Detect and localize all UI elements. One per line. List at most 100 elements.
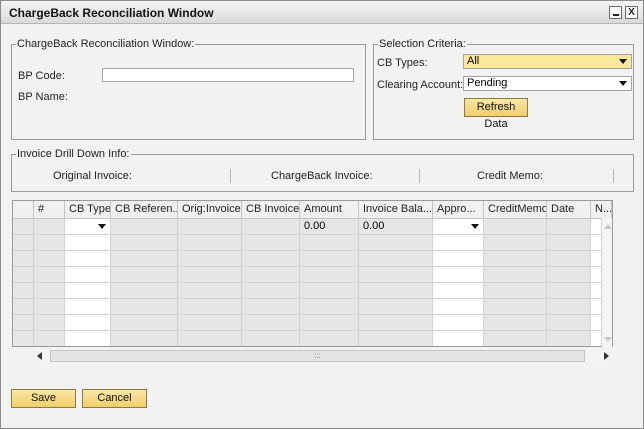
grid-vertical-scrollbar[interactable]	[601, 218, 612, 348]
grid-column-header[interactable]: Invoice Bala...	[359, 201, 433, 219]
grid-cell[interactable]	[111, 283, 178, 299]
close-button[interactable]: X	[625, 6, 638, 19]
grid-column-header[interactable]: CB Type	[65, 201, 111, 219]
grid-column-header[interactable]: Date	[547, 201, 591, 219]
grid-cell[interactable]	[300, 251, 359, 267]
grid-cell[interactable]	[65, 267, 111, 283]
grid-cell[interactable]	[65, 331, 111, 346]
grid-cell[interactable]	[34, 267, 65, 283]
grid-cell[interactable]	[547, 219, 591, 235]
grid-cell[interactable]	[34, 283, 65, 299]
grid-cell[interactable]	[484, 331, 547, 346]
refresh-data-button[interactable]: Refresh Data	[464, 98, 528, 130]
grid-cell[interactable]	[433, 315, 484, 331]
grid-cell[interactable]	[547, 267, 591, 283]
grid-cell[interactable]	[433, 267, 484, 283]
grid-cell[interactable]: 0.00	[359, 219, 433, 235]
scroll-down-icon[interactable]	[604, 337, 612, 342]
grid-cell[interactable]	[547, 251, 591, 267]
grid-cell[interactable]	[359, 267, 433, 283]
grid-column-header[interactable]: Orig:Invoice	[178, 201, 242, 219]
grid-cell[interactable]	[433, 219, 484, 235]
scroll-right-icon[interactable]	[604, 352, 609, 360]
cancel-button[interactable]: Cancel	[82, 389, 147, 408]
grid-cell[interactable]	[178, 267, 242, 283]
grid-cell[interactable]	[484, 283, 547, 299]
scroll-up-icon[interactable]	[604, 224, 612, 229]
grid-cell[interactable]	[242, 267, 300, 283]
grid-cell[interactable]	[65, 251, 111, 267]
grid-cell[interactable]	[34, 251, 65, 267]
grid-column-header[interactable]: CB Invoice	[242, 201, 300, 219]
save-button[interactable]: Save	[11, 389, 76, 408]
grid-cell[interactable]	[359, 299, 433, 315]
grid-cell[interactable]	[178, 219, 242, 235]
grid-cell[interactable]	[111, 299, 178, 315]
grid-cell[interactable]	[547, 331, 591, 346]
grid-cell[interactable]	[242, 331, 300, 346]
grid-cell[interactable]	[484, 235, 547, 251]
grid-cell[interactable]	[34, 315, 65, 331]
grid-cell[interactable]	[433, 299, 484, 315]
title-bar[interactable]: ChargeBack Reconciliation Window X	[1, 1, 643, 24]
grid-column-header[interactable]: CB Referen...	[111, 201, 178, 219]
grid-cell[interactable]	[65, 283, 111, 299]
grid-cell[interactable]	[242, 315, 300, 331]
grid-cell[interactable]	[484, 219, 547, 235]
grid-column-header[interactable]: #	[34, 201, 65, 219]
grid-column-header[interactable]: Amount	[300, 201, 359, 219]
cb-types-select[interactable]: All	[463, 54, 632, 69]
grid-cell[interactable]	[111, 267, 178, 283]
grid-cell[interactable]	[34, 219, 65, 235]
grid-cell[interactable]	[65, 235, 111, 251]
chargeback-grid[interactable]: # CB Type CB Referen... Orig:Invoice CB Invo…	[12, 200, 613, 347]
grid-cell[interactable]	[242, 283, 300, 299]
grid-cell[interactable]	[65, 315, 111, 331]
grid-cell[interactable]	[242, 251, 300, 267]
grid-horizontal-scrollbar[interactable]: :::	[35, 349, 613, 363]
grid-cell[interactable]	[65, 219, 111, 235]
grid-cell[interactable]	[547, 315, 591, 331]
grid-cell[interactable]	[433, 283, 484, 299]
grid-cell[interactable]	[242, 235, 300, 251]
grid-cell[interactable]	[34, 331, 65, 346]
grid-cell[interactable]	[111, 251, 178, 267]
grid-cell[interactable]	[178, 299, 242, 315]
grid-cell[interactable]	[359, 283, 433, 299]
chevron-down-icon[interactable]	[98, 224, 106, 229]
grid-cell[interactable]	[359, 331, 433, 346]
grid-cell[interactable]	[300, 331, 359, 346]
grid-cell[interactable]	[484, 251, 547, 267]
bp-code-input[interactable]	[102, 68, 354, 82]
grid-cell[interactable]	[178, 315, 242, 331]
grid-cell[interactable]	[547, 299, 591, 315]
grid-cell[interactable]	[34, 235, 65, 251]
grid-cell[interactable]	[178, 331, 242, 346]
grid-cell[interactable]	[34, 299, 65, 315]
grid-cell[interactable]	[300, 283, 359, 299]
grid-cell[interactable]	[433, 235, 484, 251]
grid-cell[interactable]	[111, 331, 178, 346]
chevron-down-icon[interactable]	[471, 224, 479, 229]
scroll-left-icon[interactable]	[37, 352, 42, 360]
grid-cell[interactable]	[178, 283, 242, 299]
grid-cell[interactable]	[65, 299, 111, 315]
grid-cell[interactable]	[300, 267, 359, 283]
minimize-button[interactable]	[609, 6, 622, 19]
grid-column-header[interactable]: CreditMemo	[484, 201, 547, 219]
grid-cell[interactable]	[300, 315, 359, 331]
grid-cell[interactable]	[242, 299, 300, 315]
grid-cell[interactable]	[547, 283, 591, 299]
grid-cell[interactable]	[433, 251, 484, 267]
grid-cell[interactable]	[242, 219, 300, 235]
grid-cell[interactable]	[484, 267, 547, 283]
scroll-thumb[interactable]: :::	[50, 350, 585, 362]
grid-cell[interactable]	[178, 235, 242, 251]
grid-cell[interactable]: 0.00	[300, 219, 359, 235]
grid-cell[interactable]	[484, 315, 547, 331]
grid-cell[interactable]	[300, 299, 359, 315]
grid-cell[interactable]	[433, 331, 484, 346]
grid-cell[interactable]	[300, 235, 359, 251]
grid-cell[interactable]	[359, 315, 433, 331]
grid-cell[interactable]	[359, 251, 433, 267]
